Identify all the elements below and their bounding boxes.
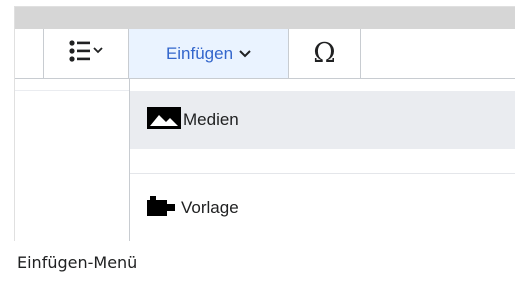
- insert-menu-button[interactable]: Einfügen: [129, 29, 289, 78]
- menu-item-label: Medien: [183, 110, 239, 129]
- editor-toolbar: Einfügen Ω: [15, 29, 515, 79]
- menu-item-medien-highlight: Medien: [130, 91, 515, 149]
- insert-dropdown-menu: Medien Vorlage: [129, 78, 515, 241]
- editor-frame: Einfügen Ω Medien Vorlage: [14, 6, 515, 241]
- menu-item-label: Vorlage: [181, 198, 239, 217]
- omega-icon: Ω: [313, 38, 336, 69]
- image-icon: [147, 106, 181, 134]
- chevron-down-icon: [239, 45, 251, 63]
- list-dropdown-button[interactable]: [43, 29, 129, 78]
- image-caption: Einfügen-Menü: [17, 253, 138, 272]
- puzzle-icon: [147, 195, 179, 221]
- insert-menu-label: Einfügen: [165, 43, 234, 63]
- bullet-list-icon: [69, 40, 103, 67]
- menu-item-medien[interactable]: Medien: [130, 79, 515, 173]
- menu-item-vorlage[interactable]: Vorlage: [130, 173, 515, 241]
- window-topbar: [15, 7, 515, 29]
- special-character-button[interactable]: Ω: [289, 29, 361, 78]
